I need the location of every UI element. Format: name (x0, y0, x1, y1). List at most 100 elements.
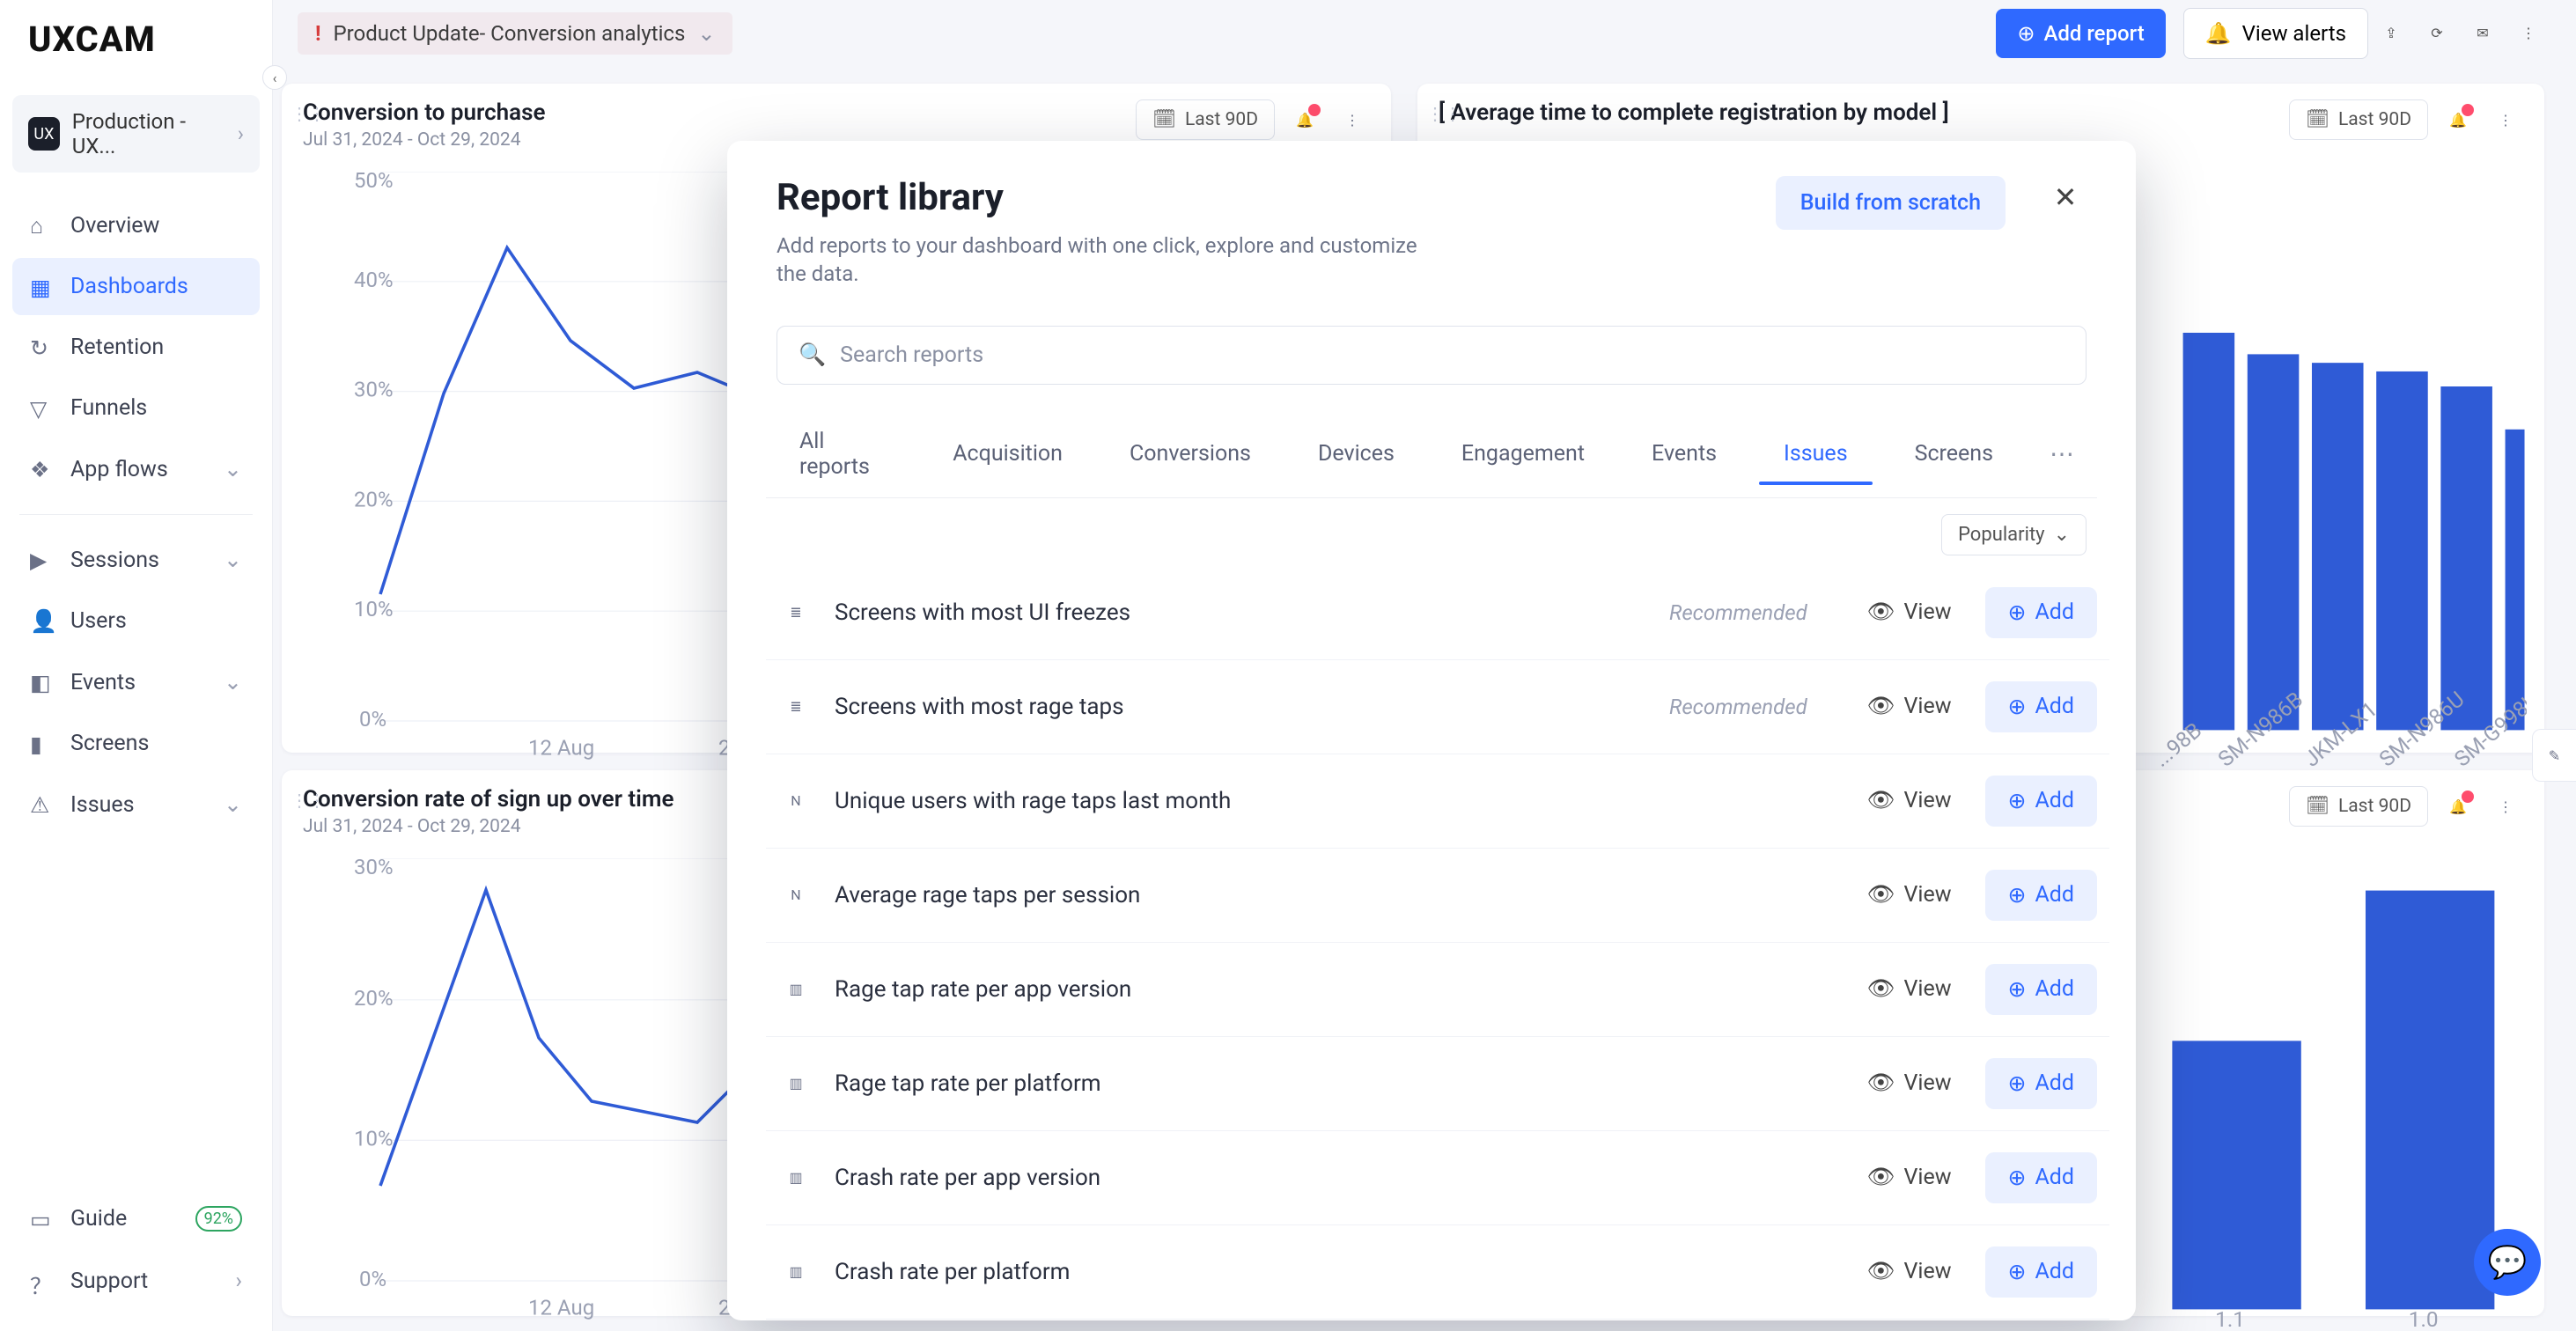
drag-handle-icon[interactable]: ⋮⋮ (291, 790, 326, 811)
date-range-button[interactable]: 🗓 Last 90D (1136, 99, 1275, 140)
svg-text:12 Aug: 12 Aug (528, 735, 594, 760)
report-row[interactable]: NUnique users with rage taps last month👁… (766, 754, 2109, 849)
report-title: Average rage taps per session (835, 882, 1140, 908)
sidebar-item-sessions[interactable]: ▶ Sessions ⌄ (12, 531, 260, 589)
card-subtitle: Jul 31, 2024 - Oct 29, 2024 (303, 129, 546, 151)
tab-engagement[interactable]: Engagement (1428, 423, 1618, 484)
report-row[interactable]: ▥Rage tap rate per app version👁View⊕Add (766, 943, 2109, 1037)
date-range-button[interactable]: 🗓 Last 90D (2289, 99, 2428, 140)
view-report-button[interactable]: 👁View (1855, 685, 1964, 728)
chevron-right-icon: › (235, 1268, 242, 1294)
project-switcher[interactable]: UX Production - UX... › (12, 95, 260, 173)
sidebar-item-overview[interactable]: ⌂ Overview (12, 197, 260, 254)
tab-conversions[interactable]: Conversions (1096, 423, 1284, 484)
edit-rail-handle[interactable]: ✎ (2532, 729, 2576, 782)
report-list[interactable]: ≣Screens with most UI freezesRecommended… (727, 561, 2136, 1320)
sidebar-item-users[interactable]: 👤 Users (12, 592, 260, 650)
card-more-icon[interactable]: ⋮ (1335, 102, 1370, 137)
bar-v-icon: ▥ (778, 1160, 813, 1195)
refresh-icon[interactable]: ⟳ (2414, 11, 2460, 56)
plus-circle-icon: ⊕ (2017, 21, 2035, 46)
share-icon[interactable]: ⇪ (2368, 11, 2414, 56)
recommended-label: Recommended (1669, 600, 1807, 625)
add-report-button[interactable]: ⊕Add (1985, 1058, 2097, 1109)
view-report-button[interactable]: 👁View (1855, 873, 1964, 916)
add-report-button[interactable]: ⊕Add (1985, 776, 2097, 827)
sidebar-bottom: ▭ Guide 92% ？ Support › (0, 1190, 272, 1331)
date-range-button[interactable]: 🗓 Last 90D (2289, 786, 2428, 827)
svg-text:20%: 20% (354, 986, 394, 1011)
mail-icon[interactable]: ✉ (2460, 11, 2506, 56)
card-more-icon[interactable]: ⋮ (2488, 102, 2523, 137)
chat-icon: 💬 (2488, 1244, 2528, 1281)
close-button[interactable]: ✕ (2044, 176, 2087, 218)
sidebar-item-retention[interactable]: ↻ Retention (12, 319, 260, 376)
tab-all-reports[interactable]: All reports (766, 411, 919, 497)
view-report-button[interactable]: 👁View (1855, 1250, 1964, 1293)
pencil-icon: ✎ (2549, 747, 2560, 764)
tabs-overflow-icon[interactable]: ⋯ (2027, 422, 2097, 486)
report-row[interactable]: ▥Crash rate per platform👁View⊕Add (766, 1225, 2109, 1320)
dashboard-icon: ▦ (30, 275, 55, 299)
alert-bell-icon[interactable]: 🔔 (2440, 789, 2476, 824)
report-row[interactable]: ≣Screens with most UI freezesRecommended… (766, 566, 2109, 660)
add-label: Add (2035, 1259, 2074, 1284)
view-report-button[interactable]: 👁View (1855, 967, 1964, 1011)
alert-bell-icon[interactable]: 🔔 (2440, 102, 2476, 137)
close-icon: ✕ (2054, 180, 2078, 214)
chevron-down-icon: ⌄ (697, 21, 715, 46)
plus-circle-icon: ⊕ (2008, 694, 2027, 720)
add-report-button[interactable]: ⊕Add (1985, 587, 2097, 638)
drag-handle-icon[interactable]: ⋮⋮ (1426, 103, 1461, 124)
sidebar-item-dashboards[interactable]: ▦ Dashboards (12, 258, 260, 315)
tab-screens[interactable]: Screens (1881, 423, 2027, 484)
sidebar-item-screens[interactable]: ▮ Screens (12, 715, 260, 772)
chevron-down-icon: ⌄ (224, 456, 242, 482)
report-title: Rage tap rate per platform (835, 1070, 1101, 1097)
report-row[interactable]: ▥Crash rate per app version👁View⊕Add (766, 1131, 2109, 1225)
sort-dropdown[interactable]: Popularity ⌄ (1941, 514, 2087, 555)
drag-handle-icon[interactable]: ⋮⋮ (291, 103, 326, 124)
tab-issues[interactable]: Issues (1750, 423, 1881, 484)
view-report-button[interactable]: 👁View (1855, 1062, 1964, 1105)
chevron-down-icon: ⌄ (2054, 524, 2070, 546)
svg-text:10%: 10% (354, 1126, 394, 1151)
search-input[interactable]: 🔍 Search reports (776, 326, 2087, 385)
view-alerts-button[interactable]: 🔔 View alerts (2183, 8, 2368, 59)
tab-acquisition[interactable]: Acquisition (919, 423, 1096, 484)
view-label: View (1903, 882, 1951, 908)
tab-events[interactable]: Events (1618, 423, 1750, 484)
add-report-button[interactable]: ⊕Add (1985, 1152, 2097, 1203)
add-report-button[interactable]: ⊕Add (1985, 1246, 2097, 1298)
view-report-button[interactable]: 👁View (1855, 591, 1964, 634)
add-report-button[interactable]: ⊕ Add (1985, 681, 2097, 732)
sidebar-item-label: Screens (70, 731, 149, 756)
build-from-scratch-button[interactable]: Build from scratch (1776, 176, 2006, 230)
alert-bell-icon[interactable]: 🔔 (1287, 102, 1322, 137)
add-report-button[interactable]: ⊕Add (1985, 870, 2097, 921)
sidebar-item-events[interactable]: ◧ Events ⌄ (12, 653, 260, 711)
dashboard-switcher[interactable]: ! Product Update- Conversion analytics ⌄ (298, 12, 732, 55)
view-report-button[interactable]: 👁View (1855, 779, 1964, 822)
sidebar-item-funnels[interactable]: ▽ Funnels (12, 379, 260, 437)
add-label: Add (2035, 694, 2074, 719)
add-label: Add (2035, 882, 2074, 908)
sidebar-item-guide[interactable]: ▭ Guide 92% (12, 1190, 260, 1247)
card-more-icon[interactable]: ⋮ (2488, 789, 2523, 824)
report-row[interactable]: ≣Screens with most rage tapsRecommended👁… (766, 660, 2109, 754)
add-report-button[interactable]: ⊕Add (1985, 964, 2097, 1015)
add-report-label: Add report (2043, 21, 2144, 46)
report-row[interactable]: NAverage rage taps per session👁View⊕Add (766, 849, 2109, 943)
sidebar-item-issues[interactable]: ⚠ Issues ⌄ (12, 776, 260, 834)
sidebar-item-support[interactable]: ？ Support › (12, 1253, 260, 1310)
view-report-button[interactable]: 👁View (1855, 1156, 1964, 1199)
help-fab[interactable]: 💬 (2474, 1229, 2541, 1296)
report-row[interactable]: ▥Rage tap rate per platform👁View⊕Add (766, 1037, 2109, 1131)
flows-icon: ❖ (30, 457, 55, 482)
add-report-button[interactable]: ⊕ Add report (1996, 9, 2165, 58)
tab-devices[interactable]: Devices (1284, 423, 1428, 484)
sidebar-item-label: App flows (70, 457, 168, 482)
sidebar-item-app-flows[interactable]: ❖ App flows ⌄ (12, 440, 260, 498)
more-icon[interactable]: ⋮ (2506, 11, 2551, 56)
add-label: Add (2035, 1165, 2074, 1190)
